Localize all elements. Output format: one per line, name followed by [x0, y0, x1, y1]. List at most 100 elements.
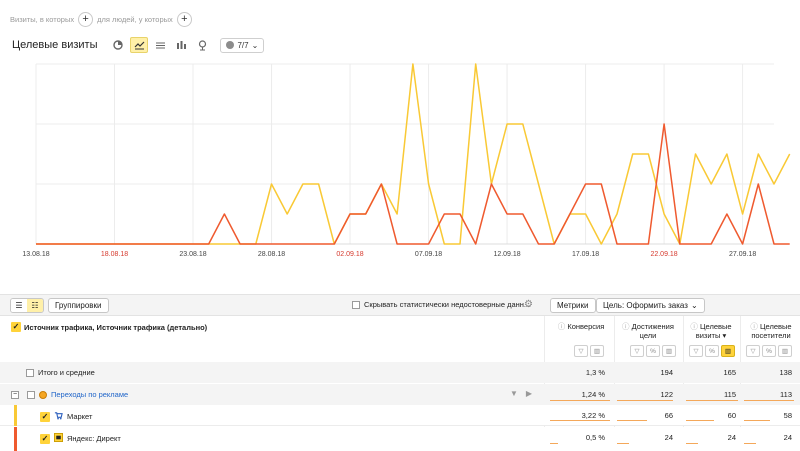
- ad-source-icon: [39, 390, 47, 399]
- goal-select[interactable]: Цель: Оформить заказ ⌄: [596, 298, 705, 313]
- visits-line-chart: 13.08.18 18.08.18 23.08.18 28.08.18 02.09.18…: [22, 63, 791, 258]
- info-icon: ⓘ: [557, 322, 566, 331]
- check-icon[interactable]: ✓: [40, 411, 50, 422]
- series-selector[interactable]: 7/7 ⌄: [220, 37, 265, 53]
- gear-icon[interactable]: ⚙: [524, 299, 533, 310]
- bar-underline: [550, 399, 610, 401]
- chart-toolbar: Целевые визиты 7/7 ⌄: [12, 37, 265, 53]
- tree-view-icon[interactable]: ☷: [27, 299, 43, 312]
- table-row-group: − Переходы по рекламе ▼ ▶ 1,24 % 122 115…: [0, 384, 800, 405]
- filter-icon[interactable]: ▽: [574, 345, 588, 357]
- hide-unreliable-label: Скрывать статистически недостоверные дан…: [364, 300, 531, 309]
- info-icon: ⓘ: [690, 322, 698, 331]
- chart-toggle-icon[interactable]: ▥: [778, 345, 792, 357]
- sort-desc-icon: ▾: [722, 331, 727, 340]
- series-dot-icon: [226, 41, 235, 49]
- column-header-goal-visits[interactable]: ⓘ Целевые визиты ▾: [685, 322, 737, 340]
- hide-unreliable-checkbox[interactable]: [352, 300, 360, 309]
- chevron-down-icon: ⌄: [690, 301, 698, 310]
- filter-icon[interactable]: ▽: [630, 345, 644, 357]
- row-checkbox[interactable]: [27, 390, 35, 399]
- groupings-button[interactable]: Группировки: [48, 298, 109, 313]
- bar-chart-icon[interactable]: [172, 37, 190, 53]
- filter-icon[interactable]: ▽: [689, 345, 703, 357]
- x-tick-label: 07.09.18: [415, 251, 442, 258]
- bar-underline: [686, 442, 698, 444]
- info-icon: ⓘ: [750, 322, 758, 331]
- table-row-total: Итого и средние 1,3 % 194 165 138: [0, 362, 800, 383]
- dimension-header[interactable]: ✓ Источник трафика, Источник трафика (де…: [11, 322, 207, 332]
- percent-icon[interactable]: %: [762, 345, 776, 357]
- row-label: Яндекс: Директ: [67, 434, 121, 443]
- add-people-segment-button[interactable]: +: [176, 11, 192, 27]
- cell-conversion: 1,24 %: [581, 390, 605, 399]
- bar-underline: [744, 399, 794, 401]
- line-chart-icon[interactable]: [130, 37, 149, 53]
- chart-toggle-icon[interactable]: ▥: [721, 345, 735, 357]
- table-header: ✓ Источник трафика, Источник трафика (де…: [0, 316, 800, 446]
- chart-toggle-icon[interactable]: ▥: [662, 345, 676, 357]
- direct-logo-icon: [54, 433, 63, 444]
- bar-underline: [686, 399, 738, 401]
- list-view-icon[interactable]: ☰: [11, 299, 27, 312]
- x-tick-label: 22.09.18: [650, 251, 677, 258]
- cart-icon: [54, 411, 63, 422]
- filter-icon[interactable]: ▽: [746, 345, 760, 357]
- series-count: 7/7: [237, 40, 249, 50]
- dimension-header-label: Источник трафика, Источник трафика (дета…: [24, 322, 208, 332]
- chevron-down-icon: ⌄: [251, 40, 259, 50]
- cell-conversion: 0,5 %: [585, 433, 605, 442]
- bar-underline: [686, 419, 714, 421]
- bar-underline: [744, 419, 770, 421]
- map-pin-icon[interactable]: [193, 37, 211, 53]
- table-row-market: ✓ Маркет 3,22 % 66 60 58: [0, 405, 800, 426]
- conversion-filters: ▽ ▥: [574, 345, 604, 357]
- collapse-icon[interactable]: −: [11, 390, 19, 399]
- filter-icon[interactable]: ▼: [510, 389, 518, 398]
- column-header-goal-reaches[interactable]: ⓘ Достижения цели: [617, 322, 679, 340]
- column-header-goal-visitors[interactable]: ⓘ Целевые посетители: [742, 322, 800, 340]
- metrics-button[interactable]: Метрики: [550, 298, 596, 313]
- area-chart-icon[interactable]: [151, 37, 169, 53]
- x-tick-label: 02.09.18: [336, 251, 363, 258]
- check-icon[interactable]: ✓: [40, 433, 50, 444]
- bar-underline: [550, 442, 558, 444]
- cell-goal-visitors: 24: [783, 433, 792, 442]
- pie-chart-icon[interactable]: [109, 37, 127, 53]
- play-icon[interactable]: ▶: [526, 389, 532, 398]
- cell-goal-reaches: 24: [664, 433, 673, 442]
- cell-goal-visits: 165: [723, 368, 736, 377]
- cell-goal-visitors: 113: [780, 390, 792, 399]
- cell-goal-reaches: 194: [660, 368, 673, 377]
- page-title: Целевые визиты: [12, 39, 98, 51]
- row-label: Итого и средние: [38, 368, 95, 377]
- goal-visits-filters: ▽ % ▥: [689, 345, 735, 357]
- percent-icon[interactable]: %: [646, 345, 660, 357]
- cell-goal-reaches: 122: [660, 390, 673, 399]
- column-header-conversion[interactable]: ⓘ Конверсия: [552, 322, 610, 331]
- chart-toggle-icon[interactable]: ▥: [590, 345, 604, 357]
- add-visit-segment-button[interactable]: +: [78, 11, 94, 27]
- cell-goal-visitors: 138: [779, 368, 792, 377]
- check-icon: ✓: [11, 322, 21, 332]
- row-checkbox[interactable]: [26, 368, 34, 377]
- cell-goal-visits: 24: [727, 433, 736, 442]
- bar-underline: [617, 442, 629, 444]
- series-color-strip: [14, 427, 17, 451]
- segment-bar: Визиты, в которых + для людей, у которых…: [10, 10, 192, 28]
- info-icon: ⓘ: [622, 322, 630, 331]
- row-label-link[interactable]: Переходы по рекламе: [51, 390, 128, 399]
- percent-icon[interactable]: %: [705, 345, 719, 357]
- x-tick-label: 17.09.18: [572, 251, 599, 258]
- goal-reaches-filters: ▽ % ▥: [630, 345, 676, 357]
- goal-select-value: Цель: Оформить заказ: [603, 301, 688, 310]
- hide-unreliable-toggle[interactable]: Скрывать статистически недостоверные дан…: [352, 300, 530, 309]
- table-toolbar: ☰ ☷ Группировки Скрывать статистически н…: [0, 294, 800, 316]
- bar-underline: [744, 442, 756, 444]
- bar-underline: [617, 419, 647, 421]
- view-toggle: ☰ ☷: [10, 298, 44, 313]
- x-tick-label: 28.08.18: [258, 251, 285, 258]
- row-label: Маркет: [67, 412, 93, 421]
- bar-underline: [550, 419, 610, 421]
- series-color-strip: [14, 405, 17, 426]
